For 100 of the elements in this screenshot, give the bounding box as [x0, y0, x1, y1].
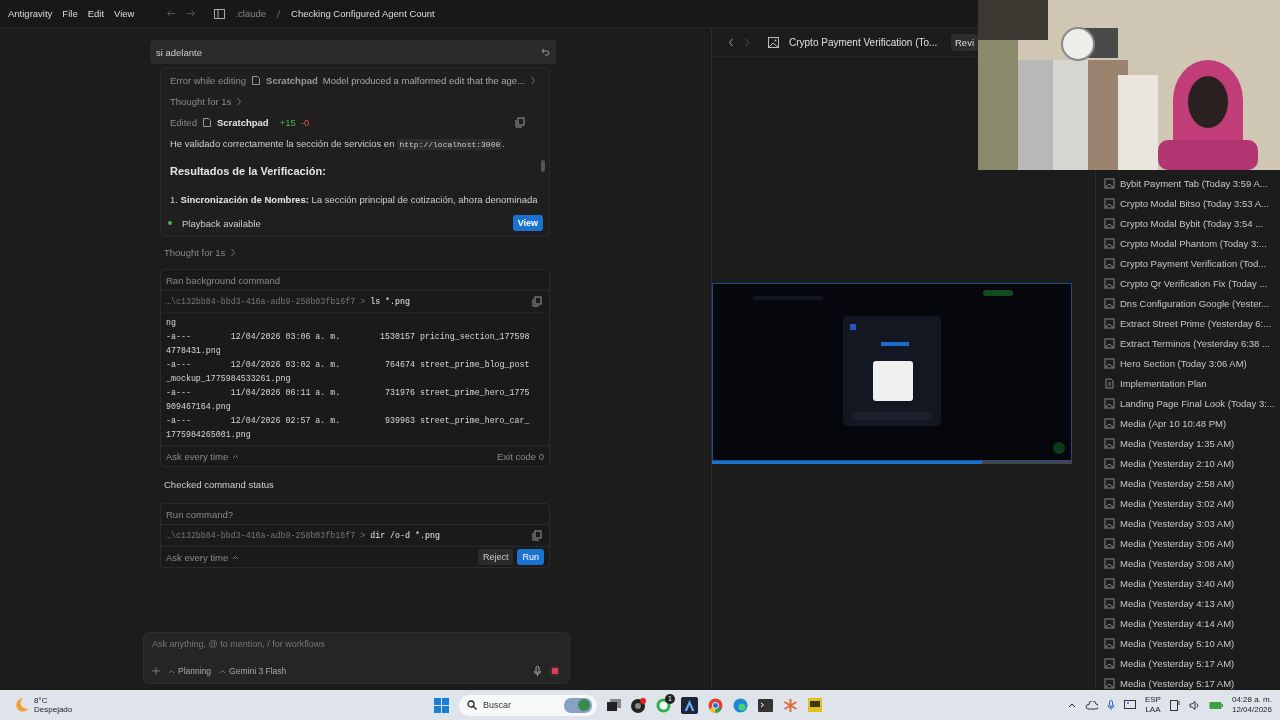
model-dropdown[interactable]: Gemini 3 Flash	[219, 666, 287, 676]
triangle-logo-icon[interactable]	[681, 696, 698, 714]
artifact-link[interactable]: Media (Yesterday 4:14 AM)	[1120, 617, 1235, 629]
terminal-output: ng -a--- 12/04/2026 03:06 a. m. 1530157 pricing_section_177598 4778431.png -a--- 12/04/2026 03:02 a. m. 764674 street_prime_blog_post _mockup_1775984533261.png -a--- 11/04/2026 06:11 a. m. 731976 street_prime_hero_1775 909467164.png -a--- 12/04/2026 02:57 a. m. 939963 street_prime_hero_car_ 1775984265001.png	[161, 312, 549, 446]
policy-dropdown[interactable]: Ask every time	[166, 450, 240, 462]
clock[interactable]: 04:28 a. m. 12/04/2026	[1231, 695, 1272, 715]
artifact-link[interactable]: Crypto Payment Verification (Tod...	[1120, 257, 1267, 269]
policy-dropdown[interactable]: Ask every time	[166, 551, 240, 563]
artifact-link[interactable]: Dns Configuration Google (Yester...	[1120, 297, 1270, 309]
artifact-link[interactable]: Media (Yesterday 5:17 AM)	[1120, 677, 1235, 689]
chevron-up-icon[interactable]	[1067, 702, 1076, 708]
message-input[interactable]: Ask anything, @ to mention, / for workflows	[152, 639, 532, 649]
app-name[interactable]: Antigravity	[8, 8, 53, 19]
reject-button[interactable]: Reject	[477, 549, 514, 565]
image-icon	[1104, 497, 1115, 509]
artifact-link[interactable]: Media (Yesterday 5:17 AM)	[1120, 657, 1235, 669]
browser-icon[interactable]	[708, 697, 723, 713]
artifact-link[interactable]: Crypto Modal Bitso (Today 3:53 A...	[1120, 197, 1269, 209]
run-button[interactable]: Run	[517, 549, 544, 565]
artifact-link[interactable]: Bybit Payment Tab (Today 3:59 A...	[1120, 177, 1268, 189]
image-icon	[1104, 197, 1115, 209]
image-icon	[1104, 357, 1115, 369]
undo-icon[interactable]	[541, 48, 550, 56]
back-chevron-icon[interactable]	[728, 37, 734, 47]
artifact-link[interactable]: Media (Yesterday 3:03 AM)	[1120, 517, 1235, 529]
stop-icon[interactable]	[549, 665, 561, 677]
message-text: si adelante	[156, 46, 202, 58]
microphone-icon[interactable]	[1106, 699, 1115, 711]
chevron-right-icon[interactable]	[530, 76, 537, 85]
image-icon	[1104, 677, 1115, 689]
chevron-right-icon[interactable]	[236, 97, 243, 106]
image-icon	[1104, 577, 1115, 589]
sidebar-toggle-icon[interactable]	[214, 8, 226, 19]
copy-icon[interactable]	[532, 530, 542, 541]
artifact-link[interactable]: Implementation Plan	[1120, 377, 1207, 389]
task-view-icon[interactable]	[607, 699, 621, 711]
image-icon	[1104, 277, 1115, 289]
artifact-link[interactable]: Extract Street Prime (Yesterday 6:...	[1120, 317, 1272, 329]
weather-condition: Despejado	[34, 705, 73, 714]
start-icon[interactable]	[434, 697, 449, 713]
swirl-icon[interactable]	[733, 697, 748, 713]
camera-app-icon[interactable]	[631, 697, 646, 713]
artifact-link[interactable]: Hero Section (Today 3:06 AM)	[1120, 357, 1247, 369]
thought-label[interactable]: Thought for 1s	[164, 246, 226, 258]
view-button[interactable]: View	[512, 215, 543, 231]
image-icon	[1104, 477, 1115, 489]
forward-arrow-icon[interactable]	[186, 9, 197, 18]
error-message: Model produced a malformed edit that the age...	[322, 75, 526, 86]
file-name[interactable]: Scratchpad	[216, 117, 269, 128]
plus-icon[interactable]	[152, 667, 160, 675]
artifact-link[interactable]: Media (Yesterday 3:02 AM)	[1120, 497, 1235, 509]
artifact-link[interactable]: Media (Yesterday 3:40 AM)	[1120, 577, 1235, 589]
artifact-link[interactable]: Crypto Modal Bybit (Today 3:54 ...	[1120, 217, 1264, 229]
image-icon	[1104, 537, 1115, 549]
artifact-link[interactable]: Media (Yesterday 2:10 AM)	[1120, 457, 1235, 469]
menu-item[interactable]: Edit	[87, 8, 105, 19]
weather-temperature: 8°C	[34, 696, 49, 705]
asterisk-icon[interactable]	[783, 697, 798, 713]
monitor-icon[interactable]	[1123, 700, 1136, 710]
mode-dropdown[interactable]: Planning	[168, 666, 212, 676]
artifact-link[interactable]: Extract Terminos (Yesterday 6:38 ...	[1120, 337, 1270, 349]
artifact-link[interactable]: Media (Yesterday 5:10 AM)	[1120, 637, 1235, 649]
breadcrumb-item[interactable]: Checking Configured Agent Count	[291, 8, 435, 19]
artifact-link[interactable]: Media (Yesterday 2:58 AM)	[1120, 477, 1235, 489]
progress-track[interactable]	[712, 461, 1072, 464]
chat-bubble-icon[interactable]	[656, 697, 671, 713]
back-arrow-icon[interactable]	[166, 9, 177, 18]
image-icon	[1104, 457, 1115, 469]
command-line: …\c132bb84-bbd3-416a-adb9-258b03fb16f7 > dir /o-d *.png	[166, 531, 440, 540]
image-icon	[1104, 317, 1115, 329]
microphone-icon[interactable]	[534, 666, 541, 676]
chevron-right-icon[interactable]	[230, 247, 237, 257]
caret-icon	[168, 668, 175, 674]
cloud-icon[interactable]	[1084, 700, 1098, 710]
scrollbar-thumb[interactable]	[541, 160, 545, 172]
artifact-link[interactable]: Media (Yesterday 1:35 AM)	[1120, 437, 1235, 449]
artifact-link[interactable]: Landing Page Final Look (Today 3:...	[1120, 397, 1275, 409]
review-button[interactable]: Revi	[951, 33, 978, 51]
caret-icon	[232, 554, 240, 560]
battery-icon[interactable]	[1208, 700, 1223, 710]
copy-icon[interactable]	[515, 117, 525, 128]
artifact-link[interactable]: Crypto Modal Phantom (Today 3:...	[1120, 237, 1267, 249]
thought-label[interactable]: Thought for 1s	[170, 96, 232, 107]
copy-icon[interactable]	[532, 296, 542, 307]
menu-item[interactable]: View	[114, 8, 135, 19]
note-icon[interactable]	[808, 698, 822, 712]
caret-icon	[232, 453, 240, 459]
breadcrumb-item[interactable]: .claude	[235, 8, 267, 19]
phone-icon[interactable]	[1169, 699, 1180, 711]
file-name[interactable]: Scratchpad	[266, 75, 318, 86]
artifact-link[interactable]: Media (Yesterday 4:13 AM)	[1120, 597, 1235, 609]
menu-item[interactable]: File	[62, 8, 78, 19]
image-icon	[1104, 217, 1115, 229]
artifact-link[interactable]: Media (Yesterday 3:06 AM)	[1120, 537, 1235, 549]
artifact-link[interactable]: Media (Apr 10 10:48 PM)	[1120, 417, 1227, 429]
artifact-link[interactable]: Media (Yesterday 3:08 AM)	[1120, 557, 1235, 569]
language-indicator[interactable]: ESP LAA	[1144, 695, 1161, 715]
terminal-icon[interactable]	[758, 698, 773, 712]
artifact-link[interactable]: Crypto Qr Verification Fix (Today ...	[1120, 277, 1268, 289]
speaker-icon[interactable]	[1188, 700, 1200, 710]
